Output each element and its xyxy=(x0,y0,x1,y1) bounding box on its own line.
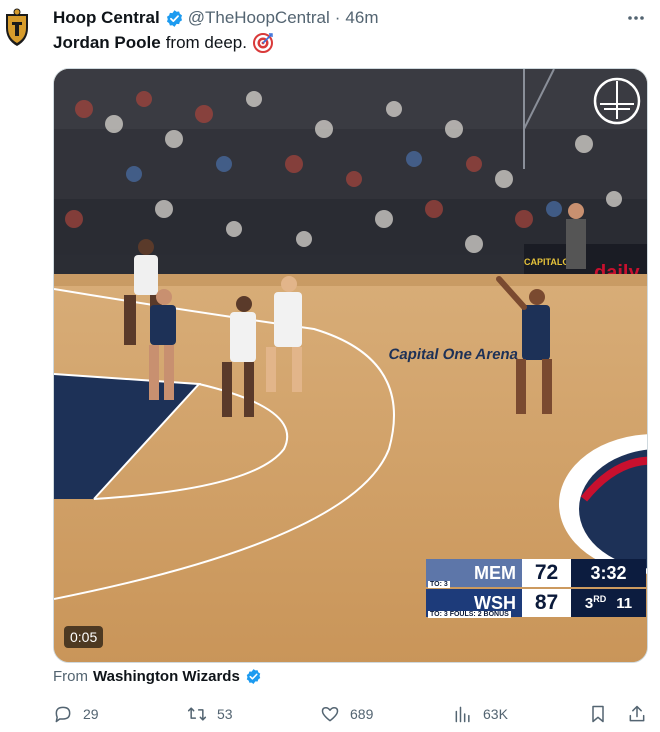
share-button[interactable] xyxy=(627,702,647,726)
like-count: 689 xyxy=(350,706,374,722)
like-button[interactable]: 689 xyxy=(320,702,373,726)
more-options-icon[interactable] xyxy=(624,6,648,30)
repost-button[interactable]: 53 xyxy=(187,702,233,726)
quarter-number: 3 xyxy=(584,595,594,612)
home-score: 87 xyxy=(522,589,571,617)
quarter-suffix: RD xyxy=(593,594,607,604)
away-timeouts: TO: 3 xyxy=(428,581,450,588)
tweet-text: Jordan Poole from deep. xyxy=(53,31,273,55)
scorebug: MEM TO: 3 72 3:32 WSH TO: 3 FOULS: 2 BON… xyxy=(426,559,646,619)
scorebug-row-away: MEM TO: 3 72 3:32 xyxy=(426,559,646,588)
target-icon xyxy=(252,33,273,53)
reply-count: 29 xyxy=(83,706,99,722)
tweet-card[interactable]: Hoop Central @TheHoopCentral · 46m Jorda… xyxy=(0,0,660,732)
bookmark-button[interactable] xyxy=(588,702,608,726)
tweet-text-player: Jordan Poole xyxy=(53,33,161,52)
separator-dot: · xyxy=(334,8,341,27)
verified-badge-icon xyxy=(165,9,184,28)
author-name[interactable]: Hoop Central xyxy=(53,8,160,28)
repost-count: 53 xyxy=(217,706,233,722)
scorebug-row-home: WSH TO: 3 FOULS: 2 BONUS 87 3RD 11 xyxy=(426,589,646,618)
heart-icon xyxy=(321,707,339,722)
action-bar: 29 53 689 63K xyxy=(53,702,653,726)
shot-clock: 11 xyxy=(616,594,633,612)
repost-icon xyxy=(187,707,207,721)
tweet-time[interactable]: 46m xyxy=(345,8,378,28)
game-clock: 3:32 xyxy=(571,559,646,587)
analytics-icon xyxy=(455,706,470,723)
away-team-abbr: MEM xyxy=(474,562,516,583)
quarter-info: 3RD 11 xyxy=(571,589,646,617)
tweet-header: Hoop Central @TheHoopCentral · 46m xyxy=(53,6,378,30)
reply-button[interactable]: 29 xyxy=(53,702,99,726)
source-verified-badge-icon xyxy=(245,668,262,685)
video-player[interactable]: daily Capital One Arena CAPITALONE 0:05 … xyxy=(53,68,648,663)
views-button[interactable]: 63K xyxy=(453,702,508,726)
away-score: 72 xyxy=(522,559,571,587)
away-team: MEM TO: 3 xyxy=(426,559,522,588)
view-count: 63K xyxy=(483,706,508,722)
home-timeouts-fouls: TO: 3 FOULS: 2 BONUS xyxy=(428,611,511,618)
home-team: WSH TO: 3 FOULS: 2 BONUS xyxy=(426,589,522,618)
video-duration: 0:05 xyxy=(64,626,104,648)
share-icon xyxy=(629,705,645,722)
tweet-text-body: from deep. xyxy=(165,33,247,52)
author-handle[interactable]: @TheHoopCentral xyxy=(188,8,330,28)
media-source: From Washington Wizards xyxy=(53,668,266,685)
court-sponsor-text: Capital One Arena xyxy=(387,346,520,363)
source-name[interactable]: Washington Wizards xyxy=(93,668,240,685)
author-avatar[interactable] xyxy=(4,8,30,48)
source-prefix: From xyxy=(53,668,88,685)
bookmark-icon xyxy=(592,705,604,723)
reply-icon xyxy=(55,706,71,723)
